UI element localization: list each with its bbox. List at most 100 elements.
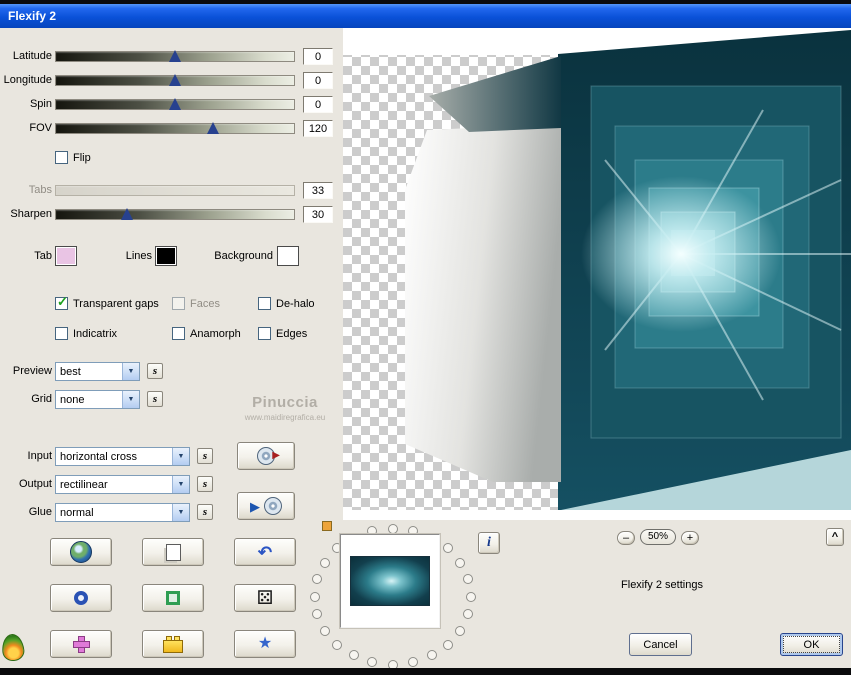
ok-button[interactable]: OK (780, 633, 843, 656)
grid-select[interactable]: none ▼ (55, 390, 140, 409)
cancel-button[interactable]: Cancel (629, 633, 692, 656)
preview-select-label: Preview (12, 365, 52, 377)
tabs-slider (55, 185, 295, 196)
dial-dot (320, 558, 330, 568)
input-select-value: horizontal cross (60, 450, 138, 463)
chevron-down-icon[interactable]: ▼ (122, 391, 139, 408)
anamorph-checkbox[interactable] (172, 327, 185, 340)
grid-select-value: none (60, 393, 85, 406)
background-color-swatch[interactable] (277, 246, 299, 266)
tab-color-swatch[interactable] (55, 246, 77, 266)
chevron-down-icon[interactable]: ▼ (172, 504, 189, 521)
output-s-button[interactable]: s (197, 476, 213, 492)
gem-star-icon: ★ (257, 635, 273, 652)
ring-button[interactable] (50, 584, 112, 612)
spin-slider[interactable] (55, 98, 295, 110)
globe-button[interactable] (50, 538, 112, 566)
spin-slider-thumb[interactable] (169, 98, 181, 110)
flame-logo[interactable] (0, 632, 26, 663)
longitude-slider-thumb[interactable] (169, 74, 181, 86)
dial-dot (310, 592, 320, 602)
info-button[interactable]: i (478, 532, 500, 554)
dial-dot (443, 640, 453, 650)
output-select[interactable]: rectilinear ▼ (55, 475, 190, 494)
preview-select[interactable]: best ▼ (55, 362, 140, 381)
latitude-slider-thumb[interactable] (169, 50, 181, 62)
input-s-button[interactable]: s (197, 448, 213, 464)
input-select[interactable]: horizontal cross ▼ (55, 447, 190, 466)
transparent-gaps-label: Transparent gaps (73, 298, 159, 310)
gem-button[interactable]: ★ (234, 630, 296, 658)
fov-slider[interactable] (55, 122, 295, 134)
square-button[interactable] (142, 584, 204, 612)
dial-dot (312, 574, 322, 584)
edges-label: Edges (276, 328, 308, 340)
titlebar[interactable]: Flexify 2 (0, 4, 851, 28)
spin-value-input[interactable] (303, 96, 333, 113)
grid-s-button[interactable]: s (147, 391, 163, 407)
disc-icon (264, 497, 282, 515)
brick-icon (163, 635, 183, 653)
preview-thumbnail[interactable] (340, 534, 440, 628)
info-icon: i (487, 535, 491, 550)
latitude-label: Latitude (12, 50, 52, 62)
flexify-window: Flexify 2 Latitude 0 Longitude 0 Spin 0 … (0, 0, 851, 675)
ok-label: OK (803, 638, 820, 651)
sharpen-slider-thumb[interactable] (121, 208, 133, 220)
longitude-value-input[interactable] (303, 72, 333, 89)
sharpen-value-input[interactable] (303, 206, 333, 223)
brick-button[interactable] (142, 630, 204, 658)
edges-checkbox[interactable] (258, 327, 271, 340)
longitude-slider[interactable] (55, 74, 295, 86)
tabs-value-input (303, 182, 333, 199)
flame-icon (0, 632, 26, 663)
indicatrix-label: Indicatrix (73, 328, 118, 340)
lines-color-swatch[interactable] (155, 246, 177, 266)
preview-pane[interactable] (343, 28, 851, 520)
latitude-slider[interactable] (55, 50, 295, 62)
zoom-out-button[interactable]: – (617, 531, 635, 545)
thumbnail-image (350, 556, 430, 606)
chevron-down-icon[interactable]: ▼ (172, 476, 189, 493)
dial-dot (388, 524, 398, 534)
glue-select[interactable]: normal ▼ (55, 503, 190, 522)
collapse-button[interactable]: ^ (826, 528, 844, 546)
check-icon: ✓ (57, 294, 68, 309)
flip-label: Flip (73, 152, 91, 164)
dial-dot (367, 657, 377, 667)
render-button[interactable]: ▶ (237, 492, 295, 520)
preview-s-button[interactable]: s (147, 363, 163, 379)
fov-label: FOV (29, 122, 52, 134)
output-select-label: Output (18, 478, 52, 490)
transparent-gaps-checkbox[interactable]: ✓ (55, 294, 68, 310)
dial-dot (320, 626, 330, 636)
dial-dot (466, 592, 476, 602)
window-title: Flexify 2 (8, 9, 57, 23)
copy-button[interactable] (142, 538, 204, 566)
flip-checkbox[interactable] (55, 151, 68, 164)
undo-arrow-icon: ↶ (257, 542, 273, 562)
chevron-down-icon[interactable]: ▼ (122, 363, 139, 380)
glue-s-button[interactable]: s (197, 504, 213, 520)
dice-icon: ⚄ (256, 587, 274, 609)
indicatrix-checkbox[interactable] (55, 327, 68, 340)
tab-color-label: Tab (34, 250, 52, 262)
fov-slider-thumb[interactable] (207, 122, 219, 134)
dial-dot (463, 609, 473, 619)
zoom-level: 50% (640, 529, 676, 545)
chevron-down-icon[interactable]: ▼ (172, 448, 189, 465)
faces-label: Faces (190, 298, 220, 310)
random-button[interactable]: ⚄ (234, 584, 296, 612)
zoom-in-button[interactable]: + (681, 531, 699, 545)
fov-value-input[interactable] (303, 120, 333, 137)
preview-image (343, 30, 851, 510)
settings-caption: Flexify 2 settings (621, 579, 703, 591)
dial-dot (312, 609, 322, 619)
sharpen-slider[interactable] (55, 208, 295, 220)
cross-button[interactable] (50, 630, 112, 658)
latitude-value-input[interactable] (303, 48, 333, 65)
dehalo-checkbox[interactable] (258, 297, 271, 310)
load-settings-button[interactable]: ▶ (237, 442, 295, 470)
undo-button[interactable]: ↶ (234, 538, 296, 566)
play-icon: ▶ (250, 498, 260, 514)
